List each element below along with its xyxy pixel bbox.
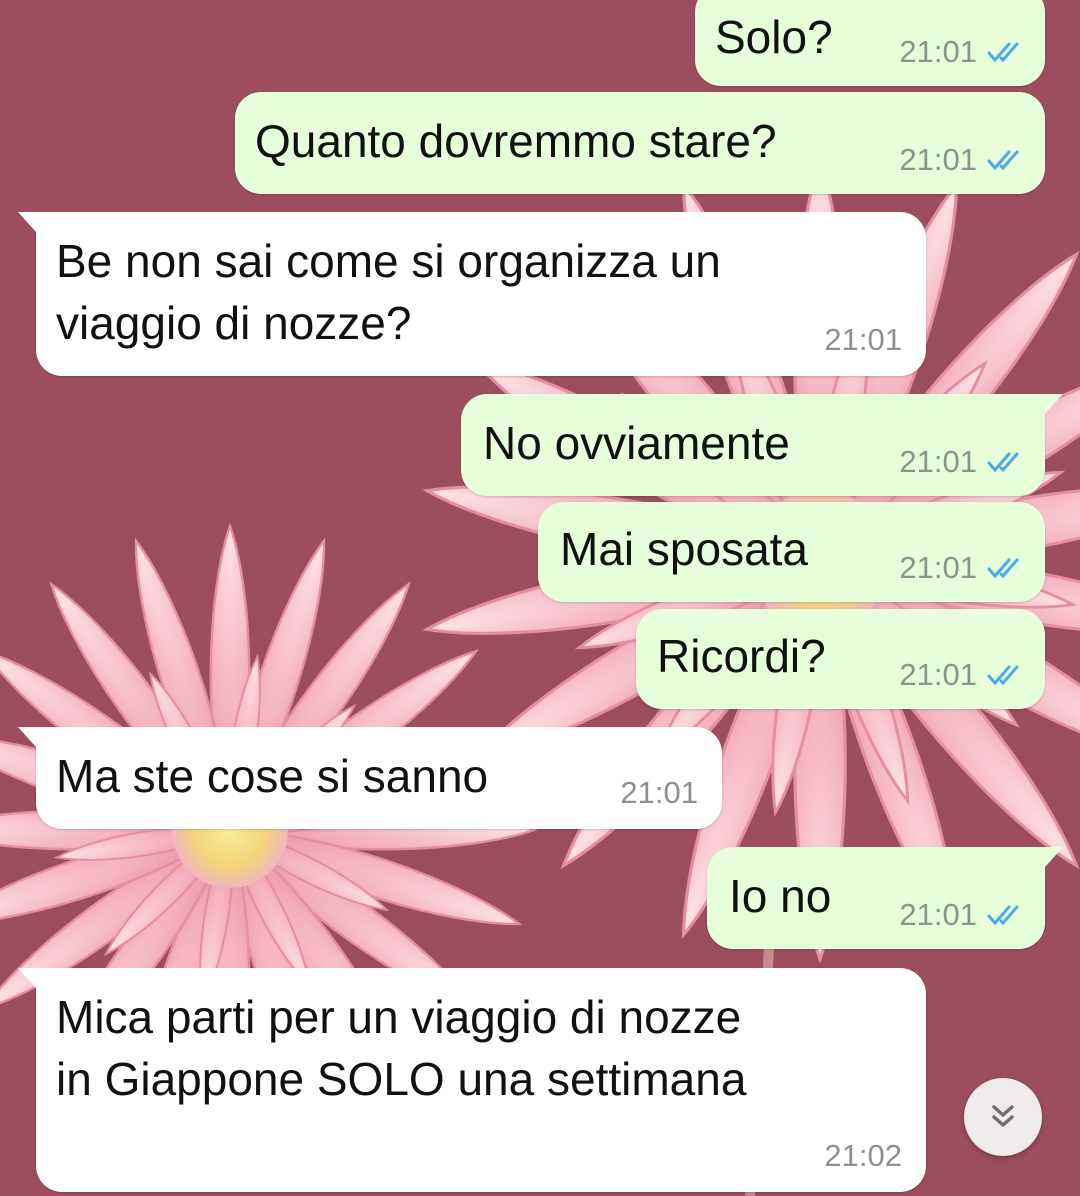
message-meta: 21:01 — [899, 34, 1025, 70]
message-meta: 21:01 — [899, 444, 1025, 480]
message-meta: 21:01 — [824, 322, 902, 358]
message-outgoing[interactable]: Ricordi? 21:01 — [636, 609, 1045, 709]
message-outgoing[interactable]: No ovviamente 21:01 — [461, 394, 1063, 496]
message-outgoing[interactable]: Solo? 21:01 — [695, 0, 1045, 86]
double-check-icon — [987, 665, 1019, 686]
bubble-tail — [1045, 847, 1063, 867]
message-text: Solo? — [715, 11, 833, 63]
message-text: Be non sai come si organizza un viaggio … — [56, 235, 721, 349]
scroll-to-bottom-button[interactable] — [964, 1078, 1042, 1156]
message-text: Io no — [729, 870, 832, 922]
message-text: No ovviamente — [483, 417, 790, 469]
message-time: 21:01 — [620, 775, 698, 810]
double-check-icon — [987, 150, 1019, 171]
message-meta: 21:01 — [899, 657, 1025, 693]
message-meta: 21:01 — [899, 897, 1025, 933]
message-time: 21:01 — [824, 322, 902, 357]
message-time: 21:01 — [899, 34, 977, 69]
message-time: 21:01 — [899, 550, 977, 585]
message-text: Quanto dovremmo stare? — [255, 115, 777, 167]
message-incoming[interactable]: Mica parti per un viaggio di nozze in Gi… — [18, 968, 926, 1192]
message-meta: 21:01 — [899, 142, 1025, 178]
message-outgoing[interactable]: Io no 21:01 — [707, 847, 1063, 949]
bubble-tail — [1045, 394, 1063, 414]
message-incoming[interactable]: Ma ste cose si sanno 21:01 — [18, 727, 722, 829]
message-meta: 21:01 — [620, 775, 698, 811]
message-text: Ricordi? — [657, 630, 826, 682]
double-check-icon — [987, 558, 1019, 579]
bubble-tail — [18, 968, 36, 988]
double-check-icon — [987, 905, 1019, 926]
message-time: 21:01 — [899, 657, 977, 692]
bubble-tail — [18, 212, 36, 232]
message-outgoing[interactable]: Quanto dovremmo stare? 21:01 — [235, 92, 1045, 194]
message-text: Mica parti per un viaggio di nozze in Gi… — [56, 991, 747, 1105]
message-outgoing[interactable]: Mai sposata 21:01 — [538, 502, 1045, 602]
double-check-icon — [987, 452, 1019, 473]
message-time: 21:01 — [899, 444, 977, 479]
bubble-tail — [18, 727, 36, 747]
double-check-icon — [987, 42, 1019, 63]
message-time: 21:02 — [824, 1138, 902, 1173]
double-chevron-down-icon — [992, 1105, 1014, 1127]
message-time: 21:01 — [899, 897, 977, 932]
message-incoming[interactable]: Be non sai come si organizza un viaggio … — [18, 212, 926, 376]
message-time: 21:01 — [899, 142, 977, 177]
message-text: Mai sposata — [560, 523, 809, 575]
message-text: Ma ste cose si sanno — [56, 750, 489, 802]
message-meta: 21:02 — [824, 1138, 902, 1174]
message-meta: 21:01 — [899, 550, 1025, 586]
